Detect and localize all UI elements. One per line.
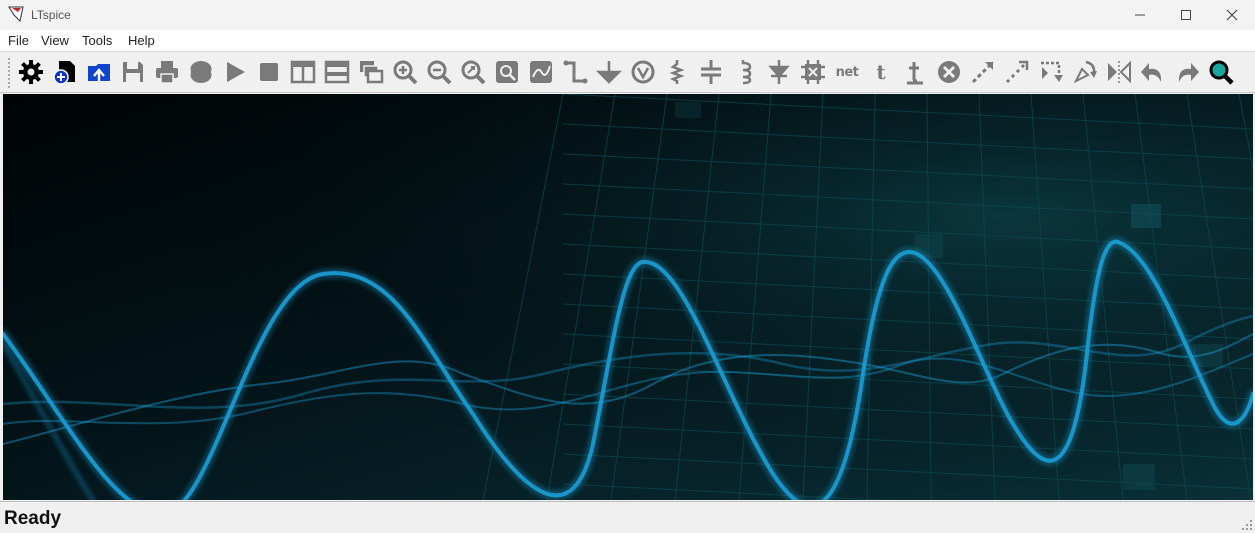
autoscale-icon [530,61,552,83]
minimize-icon [1135,14,1145,16]
rotate-alt-button[interactable] [1072,59,1098,85]
save-icon [123,62,143,82]
ground-button[interactable] [596,59,622,85]
print-button[interactable] [154,59,180,85]
cascade-windows-button[interactable] [358,59,384,85]
open-file-icon [88,64,110,81]
settings-gear-icon [19,60,43,84]
autoscale-button[interactable] [528,59,554,85]
new-schematic-icon [53,61,75,85]
menu-view[interactable]: View [41,33,69,48]
draw-wire-button[interactable] [562,59,588,85]
component-blob-icon [190,61,212,83]
menu-bar: File View Tools Help [0,30,1255,51]
close-button[interactable] [1209,0,1255,30]
menu-help[interactable]: Help [128,33,155,48]
zoom-fit-icon [461,60,486,85]
resize-grip-icon[interactable] [1241,519,1253,531]
draw-wire-icon [563,60,588,84]
component-blob-button[interactable] [188,59,214,85]
cascade-windows-icon [360,61,384,84]
title-bar: LTspice [0,0,1255,30]
find-button[interactable] [1208,59,1234,85]
spice-directive-button[interactable] [902,59,928,85]
rotate-icon [1041,61,1063,82]
zoom-out-icon [427,60,452,85]
mirror-button[interactable] [1106,59,1132,85]
diode-button[interactable] [766,59,792,85]
run-icon [227,62,245,82]
settings-button[interactable] [18,59,44,85]
undo-icon [1141,63,1162,82]
delete-icon [938,61,960,83]
move-icon [971,60,995,84]
halt-icon [260,63,278,81]
resistor-icon [669,60,685,84]
text-icon: t [876,60,886,84]
tile-horizontal-button[interactable] [324,59,350,85]
open-file-button[interactable] [86,59,112,85]
status-text: Ready [4,508,62,529]
diode-icon [768,60,790,84]
print-icon [156,61,178,84]
zoom-in-button[interactable] [392,59,418,85]
voltage-source-button[interactable] [630,59,656,85]
capacitor-icon [701,60,721,84]
mirror-icon [1108,60,1131,84]
status-bar: Ready [0,501,1255,533]
rotate-button[interactable] [1038,59,1064,85]
delete-button[interactable] [936,59,962,85]
text-button[interactable]: t [868,59,894,85]
net-label-icon: net [835,64,859,80]
find-icon [1209,60,1234,85]
net-label-button[interactable]: net [834,59,860,85]
inductor-button[interactable] [732,59,758,85]
minimize-button[interactable] [1117,0,1163,30]
component-button[interactable] [800,59,826,85]
move-button[interactable] [970,59,996,85]
window-title: LTspice [31,8,71,22]
undo-button[interactable] [1140,59,1166,85]
zoom-out-button[interactable] [426,59,452,85]
ground-icon [596,61,622,84]
tile-vertical-button[interactable] [290,59,316,85]
save-button[interactable] [120,59,146,85]
rotate-alt-icon [1073,60,1097,84]
new-schematic-button[interactable] [52,59,78,85]
menu-tools[interactable]: Tools [82,33,112,48]
spice-directive-icon [907,62,923,85]
voltage-source-icon [631,60,655,84]
ltspice-logo-icon [8,6,24,22]
inductor-icon [741,60,752,85]
splash-oscilloscope-image [3,94,1253,500]
drag-icon [1005,60,1029,84]
drag-button[interactable] [1004,59,1030,85]
capacitor-button[interactable] [698,59,724,85]
resistor-button[interactable] [664,59,690,85]
tile-vertical-icon [290,60,316,84]
oscilloscope-background [3,94,1253,500]
component-icon [801,60,825,84]
zoom-full-icon [496,61,518,83]
halt-button[interactable] [256,59,282,85]
redo-button[interactable] [1174,59,1200,85]
toolbar: net t [0,51,1255,93]
maximize-icon [1181,10,1191,20]
tile-horizontal-icon [324,60,350,84]
zoom-fit-button[interactable] [460,59,486,85]
zoom-in-icon [393,60,418,85]
close-icon [1226,9,1238,21]
maximize-button[interactable] [1163,0,1209,30]
redo-icon [1178,63,1199,82]
zoom-full-button[interactable] [494,59,520,85]
run-button[interactable] [222,59,248,85]
menu-file[interactable]: File [8,33,29,48]
toolbar-grip[interactable] [8,58,10,88]
